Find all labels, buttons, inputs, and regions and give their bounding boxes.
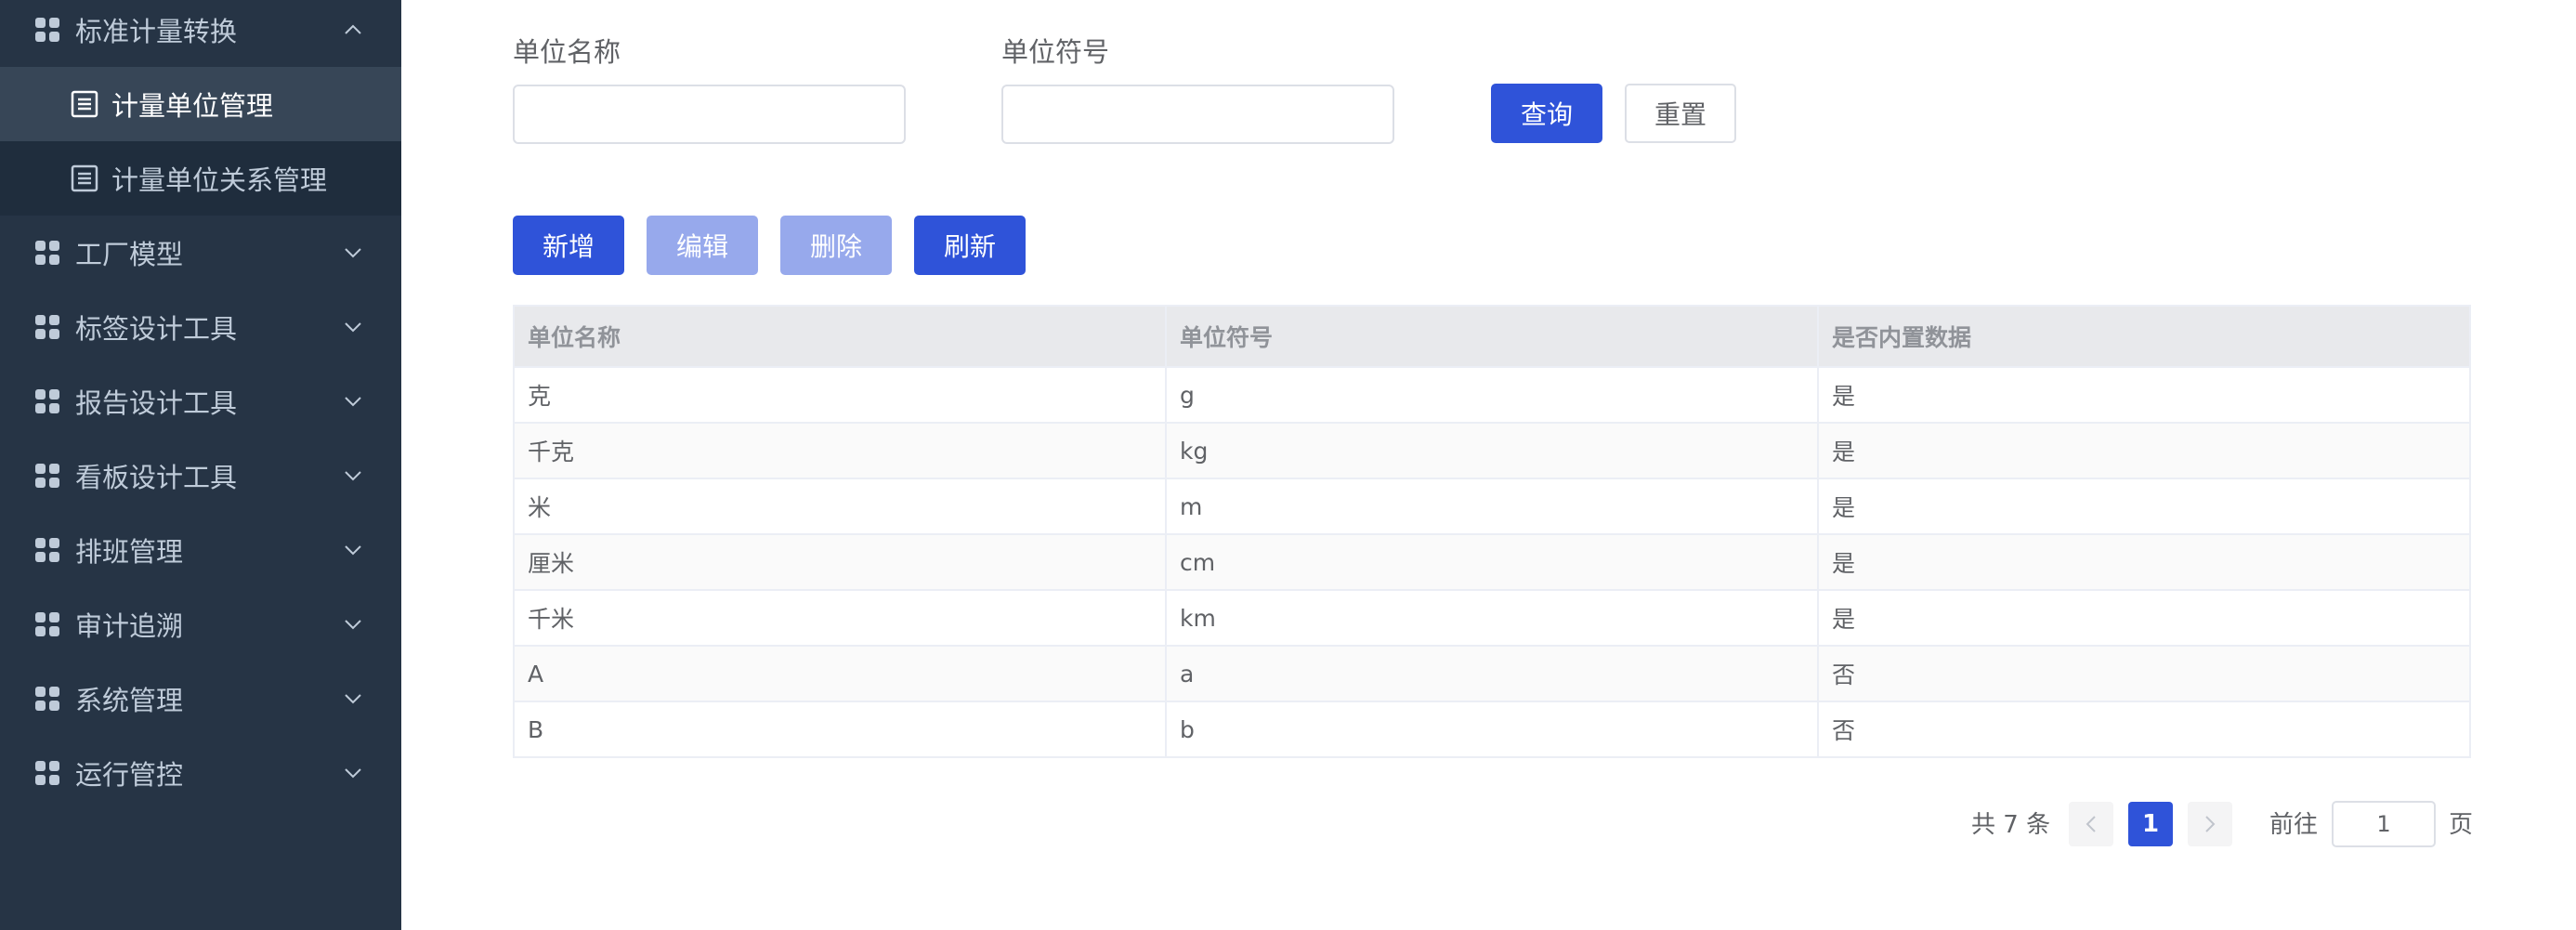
grid-icon xyxy=(35,315,59,339)
sidebar-item-label: 计量单位管理 xyxy=(111,90,274,122)
grid-icon xyxy=(35,612,59,636)
sidebar-item-report-design-tool[interactable]: 报告设计工具 xyxy=(0,364,401,439)
table-header-row: 单位名称 单位符号 是否内置数据 xyxy=(513,305,2471,368)
sidebar-item-label: 标准计量转换 xyxy=(75,16,238,47)
sidebar-item-label: 看板设计工具 xyxy=(75,462,238,493)
sidebar-item-audit-trace[interactable]: 审计追溯 xyxy=(0,587,401,661)
sidebar-item-operation-control[interactable]: 运行管控 xyxy=(0,736,401,810)
table-row[interactable]: A a 否 xyxy=(513,645,2471,702)
grid-icon xyxy=(35,18,59,42)
unit-symbol-label: 单位符号 xyxy=(1001,36,1110,68)
goto-page-input[interactable] xyxy=(2332,801,2436,847)
edit-button[interactable]: 编辑 xyxy=(647,216,758,275)
column-header-is-builtin[interactable]: 是否内置数据 xyxy=(1817,305,2471,368)
chevron-down-icon xyxy=(345,694,361,704)
sidebar-item-label: 排班管理 xyxy=(75,536,184,568)
cell-is-builtin: 否 xyxy=(1817,645,2471,702)
sidebar-item-system-management[interactable]: 系统管理 xyxy=(0,661,401,736)
goto-suffix-label: 页 xyxy=(2449,811,2474,839)
cell-is-builtin: 是 xyxy=(1817,366,2471,424)
reset-button[interactable]: 重置 xyxy=(1625,84,1736,143)
cell-unit-symbol: a xyxy=(1165,645,1819,702)
chevron-down-icon xyxy=(345,471,361,481)
chevron-up-icon xyxy=(345,24,361,34)
column-header-unit-name[interactable]: 单位名称 xyxy=(513,305,1167,368)
sidebar-item-dashboard-design-tool[interactable]: 看板设计工具 xyxy=(0,439,401,513)
sidebar-item-shift-management[interactable]: 排班管理 xyxy=(0,513,401,587)
grid-icon xyxy=(35,389,59,413)
cell-unit-name: A xyxy=(513,645,1167,702)
column-header-unit-symbol[interactable]: 单位符号 xyxy=(1165,305,1819,368)
goto-prefix-label: 前往 xyxy=(2269,811,2319,839)
sidebar-item-label: 报告设计工具 xyxy=(75,387,238,419)
grid-icon xyxy=(35,538,59,562)
table-row[interactable]: B b 否 xyxy=(513,701,2471,758)
chevron-left-icon xyxy=(2086,816,2096,832)
cell-unit-symbol: km xyxy=(1165,589,1819,647)
prev-page-button[interactable] xyxy=(2069,802,2113,846)
cell-unit-name: B xyxy=(513,701,1167,758)
grid-icon xyxy=(35,464,59,488)
cell-is-builtin: 是 xyxy=(1817,422,2471,479)
unit-table: 单位名称 单位符号 是否内置数据 克 g 是 千克 kg 是 米 m 是 厘米 … xyxy=(513,305,2471,758)
sidebar-item-label: 运行管控 xyxy=(75,759,184,791)
cell-unit-name: 厘米 xyxy=(513,533,1167,591)
pagination-total: 共 7 条 xyxy=(1971,811,2051,839)
sidebar-item-label-design-tool[interactable]: 标签设计工具 xyxy=(0,290,401,364)
next-page-button[interactable] xyxy=(2188,802,2232,846)
cell-unit-name: 米 xyxy=(513,478,1167,535)
table-row[interactable]: 克 g 是 xyxy=(513,366,2471,424)
add-button[interactable]: 新增 xyxy=(513,216,624,275)
cell-is-builtin: 是 xyxy=(1817,589,2471,647)
unit-name-label: 单位名称 xyxy=(513,36,621,68)
chevron-down-icon xyxy=(345,248,361,258)
cell-unit-symbol: g xyxy=(1165,366,1819,424)
sidebar: 标准计量转换 计量单位管理 计量单位关系管理 工厂模型 标签设计工具 报告设计工… xyxy=(0,0,401,930)
cell-unit-symbol: m xyxy=(1165,478,1819,535)
sidebar-item-standard-measure-conversion[interactable]: 标准计量转换 xyxy=(0,0,401,67)
cell-unit-name: 千米 xyxy=(513,589,1167,647)
table-row[interactable]: 米 m 是 xyxy=(513,478,2471,535)
sidebar-item-label: 工厂模型 xyxy=(75,239,184,270)
sidebar-item-unit-relation-management[interactable]: 计量单位关系管理 xyxy=(0,141,401,216)
sidebar-item-factory-model[interactable]: 工厂模型 xyxy=(0,216,401,290)
unit-symbol-input[interactable] xyxy=(1001,85,1394,144)
grid-icon xyxy=(35,761,59,785)
chevron-down-icon xyxy=(345,397,361,407)
sidebar-item-label: 计量单位关系管理 xyxy=(111,164,328,196)
delete-button[interactable]: 删除 xyxy=(780,216,892,275)
sidebar-item-label: 系统管理 xyxy=(75,685,184,716)
chevron-down-icon xyxy=(345,545,361,556)
cell-is-builtin: 是 xyxy=(1817,478,2471,535)
sidebar-item-label: 标签设计工具 xyxy=(75,313,238,345)
cell-unit-name: 克 xyxy=(513,366,1167,424)
cell-unit-symbol: cm xyxy=(1165,533,1819,591)
cell-unit-name: 千克 xyxy=(513,422,1167,479)
document-icon xyxy=(71,90,98,118)
sidebar-item-label: 审计追溯 xyxy=(75,610,184,642)
grid-icon xyxy=(35,241,59,265)
chevron-down-icon xyxy=(345,768,361,779)
chevron-right-icon xyxy=(2205,816,2216,832)
document-icon xyxy=(71,164,98,192)
chevron-down-icon xyxy=(345,322,361,333)
grid-icon xyxy=(35,687,59,711)
table-row[interactable]: 厘米 cm 是 xyxy=(513,533,2471,591)
query-button[interactable]: 查询 xyxy=(1491,84,1602,143)
cell-unit-symbol: kg xyxy=(1165,422,1819,479)
page-number-current[interactable]: 1 xyxy=(2128,802,2173,846)
chevron-down-icon xyxy=(345,620,361,630)
cell-is-builtin: 是 xyxy=(1817,533,2471,591)
cell-is-builtin: 否 xyxy=(1817,701,2471,758)
table-row[interactable]: 千克 kg 是 xyxy=(513,422,2471,479)
cell-unit-symbol: b xyxy=(1165,701,1819,758)
unit-name-input[interactable] xyxy=(513,85,906,144)
sidebar-item-unit-management[interactable]: 计量单位管理 xyxy=(0,67,401,141)
refresh-button[interactable]: 刷新 xyxy=(914,216,1026,275)
table-row[interactable]: 千米 km 是 xyxy=(513,589,2471,647)
